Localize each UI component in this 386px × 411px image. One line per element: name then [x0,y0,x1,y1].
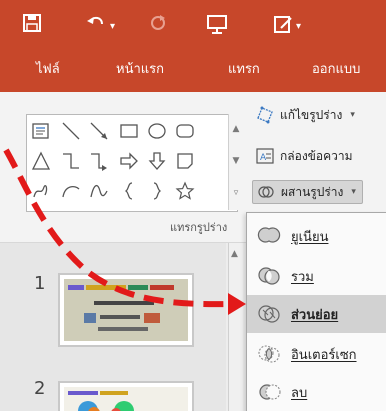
right-arrow-shape-icon[interactable] [119,151,139,171]
tab-design[interactable]: ออกแบบ [312,62,360,78]
draw-icon[interactable] [272,13,294,41]
menu-item-fragment[interactable]: ส่วนย่อย [247,295,386,333]
folded-corner-shape-icon[interactable] [175,151,195,171]
shapes-gallery[interactable] [26,114,238,212]
elbow-arrow-shape-icon[interactable] [89,151,109,171]
right-brace-shape-icon[interactable] [147,181,167,201]
slide-panel-scrollbar[interactable]: ▲ [228,243,243,411]
menu-item-intersect[interactable]: อินเตอร์เซก [247,335,386,373]
chevron-down-icon: ▾ [350,110,355,120]
arrow-line-shape-icon[interactable] [89,121,109,141]
undo-icon[interactable] [86,13,108,39]
rounded-rectangle-shape-icon[interactable] [175,121,195,141]
freeform-shape-icon[interactable] [31,181,51,201]
slide-thumbnail-1[interactable] [58,273,194,347]
menu-item-label: อินเตอร์เซก [291,347,357,363]
menu-item-label: ยูเนียน [291,229,329,245]
curve-shape-icon[interactable] [89,181,109,201]
menu-item-union[interactable]: ยูเนียน [247,217,386,255]
slide-number: 1 [34,273,46,294]
menu-item-label: ลบ [291,385,308,401]
edit-shape-button[interactable]: แก้ไขรูปร่าง ▾ [256,104,355,126]
slide-thumbnails-panel: 1 2 [0,243,226,411]
undo-dropdown-icon[interactable]: ▾ [110,16,115,38]
oval-shape-icon[interactable] [147,121,167,141]
fragment-icon [257,302,281,326]
save-icon[interactable] [22,13,42,39]
gallery-scroll-down-icon[interactable]: ▼ [229,146,243,176]
rectangle-shape-icon[interactable] [119,121,139,141]
subtract-icon [257,380,281,404]
merge-shapes-menu: ยูเนียน รวม ส่วนย่อย อินเตอร์เซก ลบ [246,212,386,411]
down-arrow-shape-icon[interactable] [147,151,167,171]
text-box-shape-icon[interactable] [31,121,51,141]
merge-shapes-button[interactable]: ผสานรูปร่าง ▾ [252,180,363,204]
tab-home[interactable]: หน้าแรก [116,62,164,78]
menu-item-combine[interactable]: รวม [247,257,386,295]
edit-shape-icon [256,106,274,124]
intersect-icon [257,342,281,366]
powerpoint-window: ▾ ▾ ไฟล์ หน้าแรก แทรก ออกแบบ ▲ ▼ ▿ แทรกร… [0,0,386,411]
line-shape-icon[interactable] [61,121,81,141]
combine-icon [257,264,281,288]
tab-insert[interactable]: แทรก [228,62,260,78]
menu-item-label: ส่วนย่อย [291,307,339,323]
shapes-group-label: แทรกรูปร่าง [170,221,228,234]
shapes-gallery-scroll: ▲ ▼ ▿ [228,114,243,210]
slide-thumbnail-2[interactable] [58,381,194,411]
present-icon[interactable] [206,13,228,41]
menu-item-subtract[interactable]: ลบ [247,373,386,411]
slide-2-preview [64,387,188,411]
slide-number: 2 [34,378,46,399]
elbow-connector-shape-icon[interactable] [61,151,81,171]
left-brace-shape-icon[interactable] [119,181,139,201]
menu-item-label: รวม [291,269,314,285]
triangle-shape-icon[interactable] [31,151,51,171]
scroll-up-icon[interactable]: ▲ [231,249,238,259]
chevron-down-icon: ▾ [351,187,356,197]
text-box-icon: A [256,147,274,165]
union-icon [257,224,281,248]
merge-shapes-icon [257,183,275,201]
title-bar: ▾ ▾ [0,0,386,48]
redo-icon [148,13,168,39]
text-box-label: กล่องข้อความ [280,148,353,163]
draw-dropdown-icon[interactable]: ▾ [296,16,301,38]
text-box-button[interactable]: A กล่องข้อความ [256,145,353,167]
star-shape-icon[interactable] [175,181,195,201]
arc-shape-icon[interactable] [61,181,81,201]
merge-shapes-label: ผสานรูปร่าง [281,184,344,199]
gallery-scroll-up-icon[interactable]: ▲ [229,114,243,144]
edit-shape-label: แก้ไขรูปร่าง [280,107,343,122]
ribbon-tabs: ไฟล์ หน้าแรก แทรก ออกแบบ [0,48,386,92]
svg-text:A: A [260,153,267,163]
slide-1-preview [64,279,188,341]
gallery-more-icon[interactable]: ▿ [229,178,243,208]
tab-file[interactable]: ไฟล์ [36,62,60,78]
